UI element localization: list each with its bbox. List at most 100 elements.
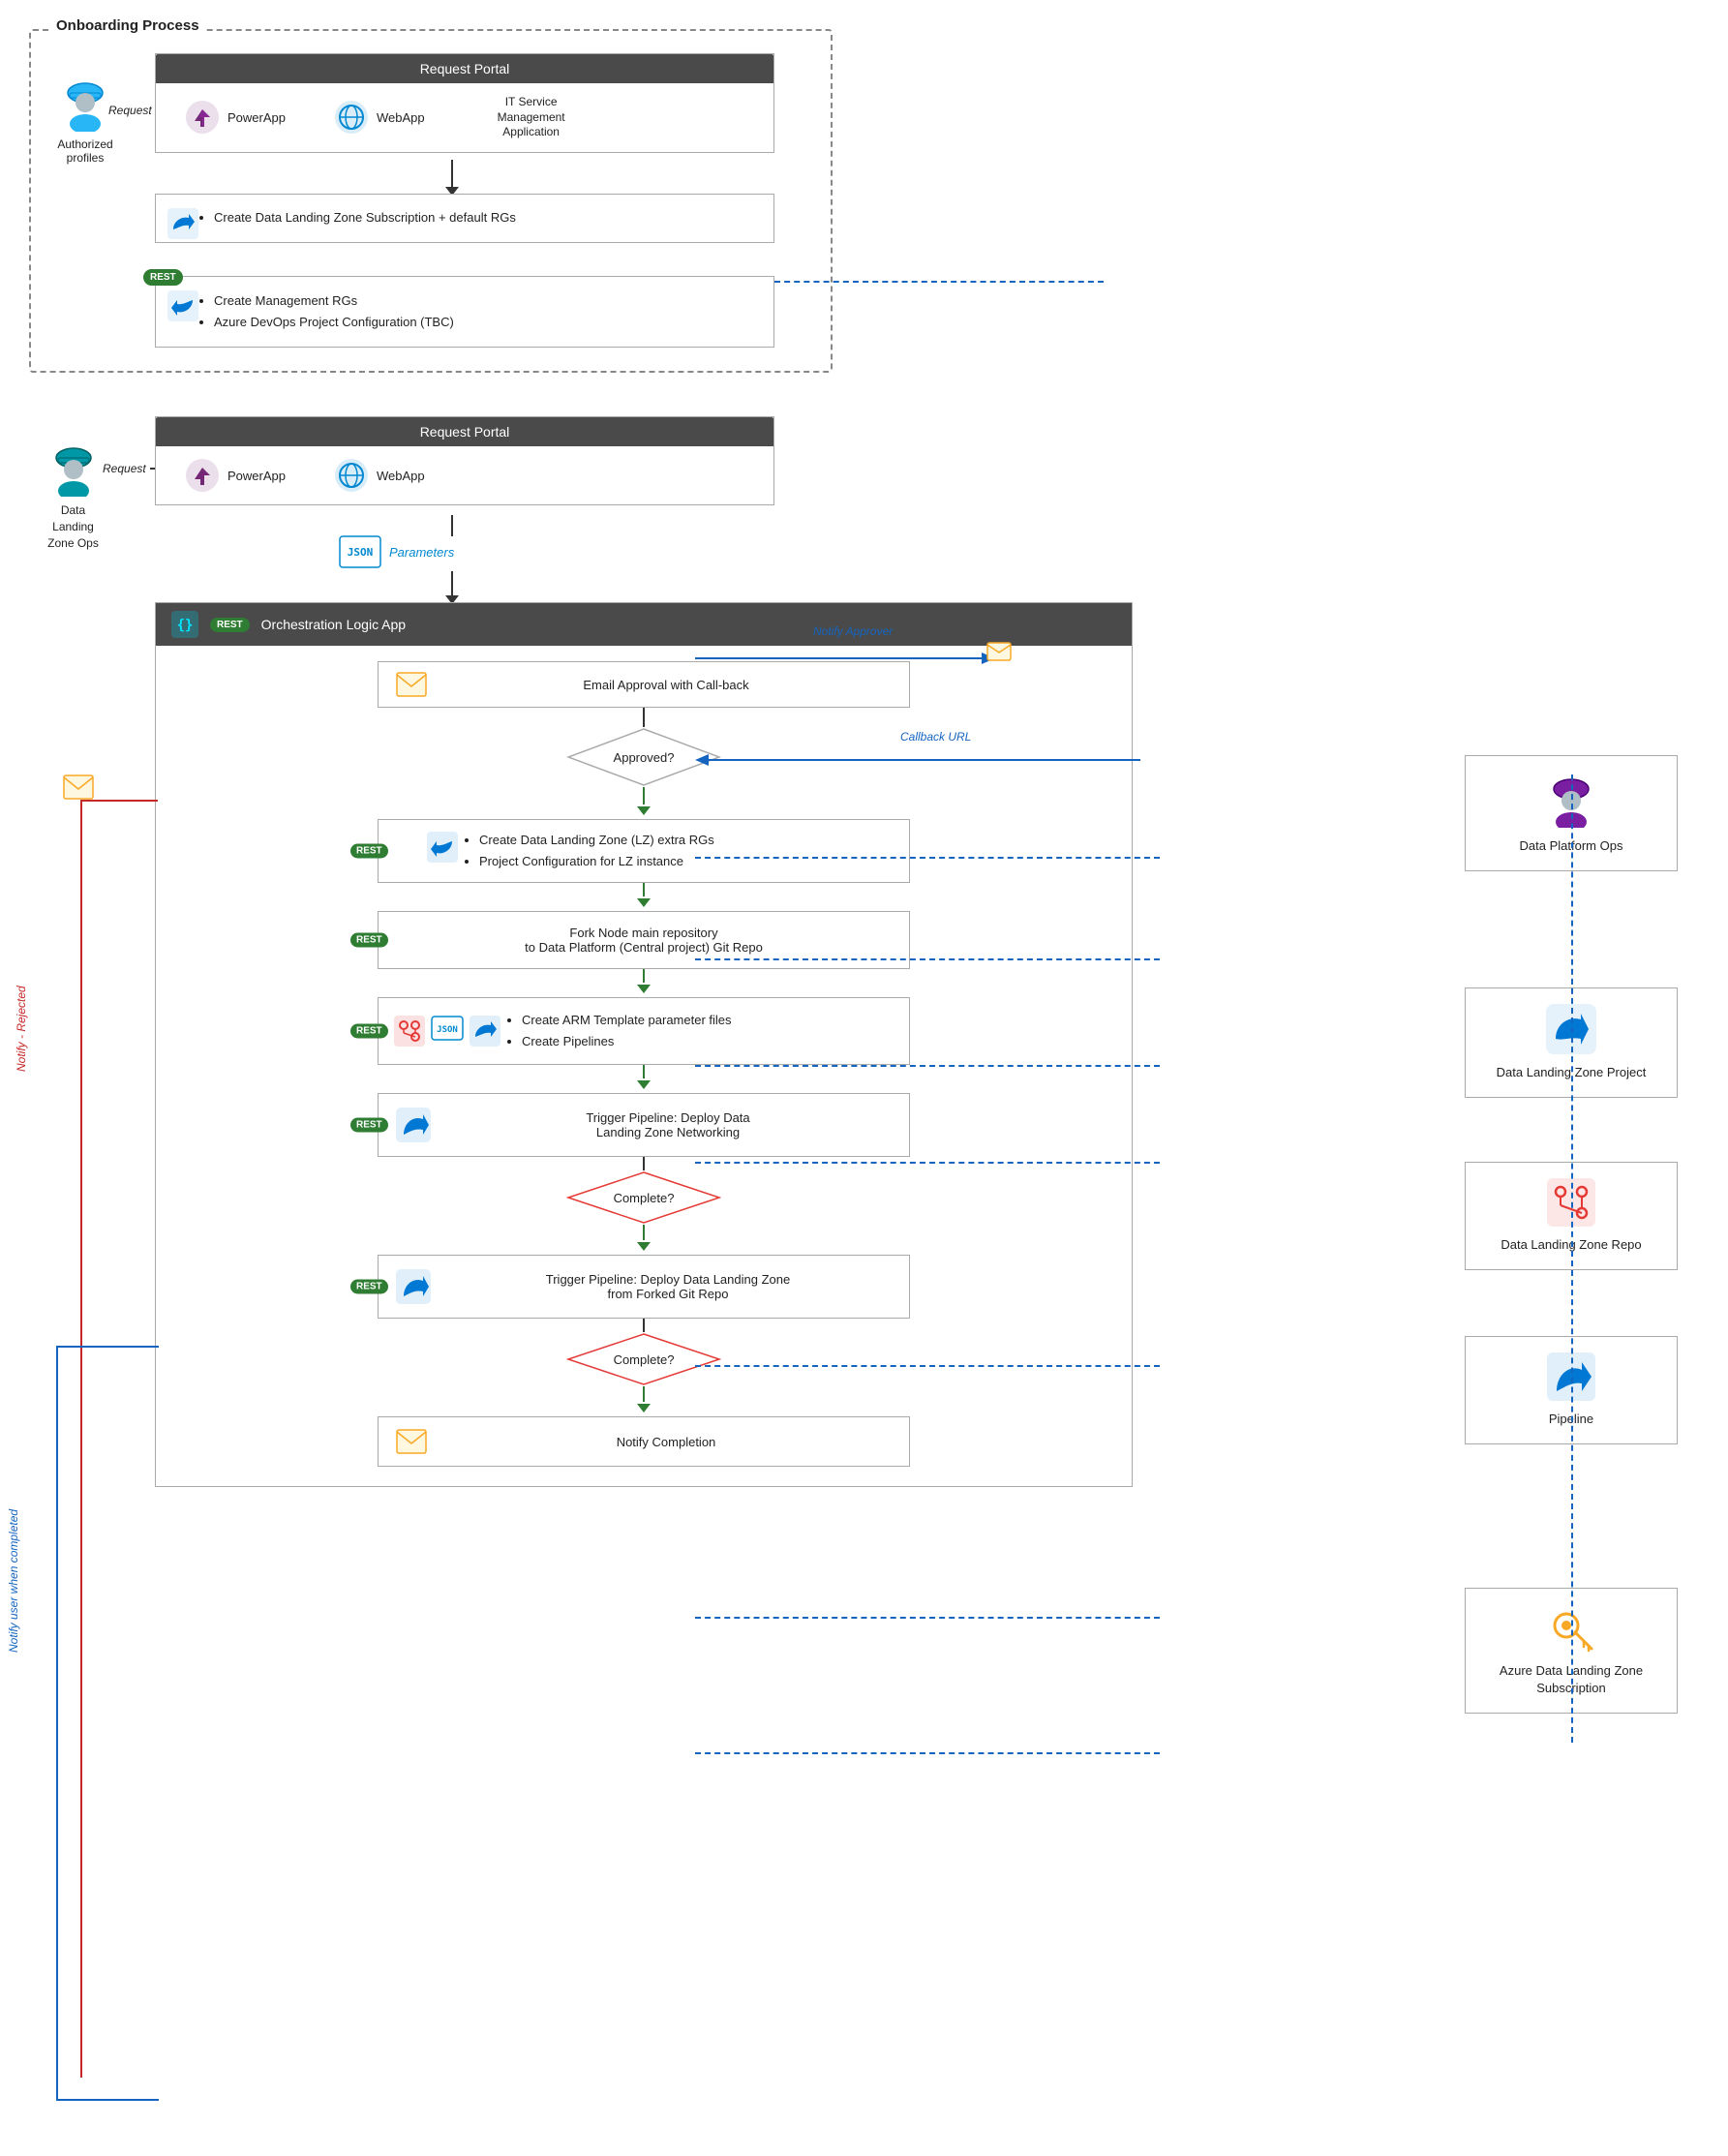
- task1-item-1: Create Data Landing Zone Subscription + …: [214, 208, 754, 228]
- arrowhead-complete2: [637, 1402, 651, 1416]
- dlz-ops-figure: DataLandingZone Ops: [37, 440, 109, 551]
- step3-list: Create ARM Template parameter files Crea…: [514, 1010, 732, 1052]
- top-portal-bar: Request Portal: [156, 54, 773, 83]
- json-badge-step3: JSON: [431, 1016, 464, 1041]
- step1-list: Create Data Landing Zone (LZ) extra RGs …: [471, 830, 714, 872]
- webapp-label: WebApp: [377, 110, 425, 125]
- pipeline-icon-step5: [396, 1269, 431, 1304]
- down-arrowhead-approved: [637, 805, 651, 819]
- mid-powerapp-item: PowerApp: [185, 458, 286, 493]
- dashed-step1-dlzproject: [695, 857, 1160, 859]
- orch-rest-badge: REST: [210, 618, 250, 632]
- vline-after-step5: [643, 1319, 645, 1332]
- dashed-step4-pipeline: [695, 1365, 1160, 1367]
- orch-header: {} REST Orchestration Logic App: [156, 603, 1132, 646]
- authorized-person-icon: [60, 76, 110, 132]
- callback-url-label: Callback URL: [900, 730, 971, 744]
- step4-box: Trigger Pipeline: Deploy Data Landing Zo…: [378, 1093, 910, 1157]
- svg-text:Complete?: Complete?: [614, 1352, 675, 1367]
- email-approval-label: Email Approval with Call-back: [440, 678, 892, 692]
- vline-complete1: [643, 1225, 645, 1240]
- down-arrow-2: [451, 515, 453, 536]
- step3-wrap: REST: [378, 997, 910, 1065]
- top-request-label: Request: [108, 104, 152, 117]
- json-params: JSON Parameters: [339, 535, 454, 568]
- webapp-icon: [334, 100, 369, 135]
- arrowhead-after-step1: [637, 896, 651, 911]
- step3-li-1: Create ARM Template parameter files: [522, 1010, 732, 1031]
- notify-rejected-hline-top: [80, 800, 158, 802]
- complete1-diamond: Complete?: [566, 1170, 721, 1225]
- mid-webapp-item: WebApp: [334, 458, 425, 493]
- vline-after-step1: [643, 883, 645, 896]
- powerapp-item: PowerApp: [185, 100, 286, 135]
- svg-text:JSON: JSON: [348, 546, 374, 559]
- rest-badge-step5: REST: [350, 1280, 388, 1294]
- automation-box-1: Create Data Landing Zone Subscription + …: [155, 194, 774, 243]
- svg-text:Approved?: Approved?: [614, 750, 675, 765]
- mid-powerapp-label: PowerApp: [227, 469, 286, 483]
- step1-box: Create Data Landing Zone (LZ) extra RGs …: [378, 819, 910, 883]
- json-icon: JSON: [339, 535, 381, 568]
- rest-badge-step4: REST: [350, 1118, 388, 1133]
- auth-profiles: Authorizedprofiles: [50, 76, 120, 165]
- down-arrow-3: [451, 571, 453, 595]
- dashed-top-h: [774, 281, 1104, 283]
- rest-badge-step1: REST: [350, 844, 388, 859]
- notify-completion-label: Notify Completion: [440, 1435, 892, 1449]
- right-vline-dashed: [1571, 774, 1573, 1743]
- step3-box: JSON Create ARM Template parameter files…: [378, 997, 910, 1065]
- powerapp-icon: [185, 100, 220, 135]
- mid-webapp-icon: [334, 458, 369, 493]
- diagram-container: Onboarding Process Authorizedprofiles Re…: [0, 0, 1728, 2156]
- task2-item-2: Azure DevOps Project Configuration (TBC): [214, 312, 754, 333]
- vline-after-email: [643, 708, 645, 727]
- mid-request-label: Request: [103, 462, 146, 475]
- complete2-diamond-wrap: Complete?: [566, 1332, 721, 1386]
- complete1-diamond-wrap: Complete?: [566, 1170, 721, 1225]
- svg-text:{}: {}: [177, 618, 194, 633]
- pipeline-icon-step4: [396, 1108, 431, 1142]
- top-request-portal-box: Request Portal PowerApp WebApp: [155, 53, 774, 153]
- task2-item-1: Create Management RGs: [214, 290, 754, 312]
- dashed-step3-pipeline1: [695, 1162, 1160, 1164]
- vline-after-step2: [643, 969, 645, 983]
- arrowhead-complete1: [637, 1240, 651, 1255]
- step1-wrap: REST Create Data Landing Zone (LZ) extra…: [378, 819, 910, 883]
- step5-label: Trigger Pipeline: Deploy Data Landing Zo…: [444, 1272, 892, 1301]
- git-icon-step3: [394, 1016, 425, 1047]
- email-icon-completion: [396, 1429, 427, 1454]
- notify-user-vline: [56, 1346, 58, 2101]
- dlz-ops-label: DataLandingZone Ops: [37, 502, 109, 551]
- onboarding-label: Onboarding Process: [50, 17, 205, 34]
- step4-wrap: REST Trigger Pipeline: Deploy Data Landi…: [378, 1093, 910, 1157]
- mid-portal-bar: Request Portal: [156, 417, 773, 446]
- task1-list: Create Data Landing Zone Subscription + …: [204, 208, 754, 228]
- approved-diamond-wrap: Approved?: [566, 727, 721, 787]
- step5-box: Trigger Pipeline: Deploy Data Landing Zo…: [378, 1255, 910, 1319]
- mid-portal-box: Request Portal PowerApp WebApp: [155, 416, 774, 505]
- notify-rejected-vline: [80, 800, 82, 2078]
- devops-icon-step1: [427, 832, 458, 863]
- step5-wrap: REST Trigger Pipeline: Deploy Data Landi…: [378, 1255, 910, 1319]
- vline-after-step3: [643, 1065, 645, 1078]
- step3-li-2: Create Pipelines: [522, 1031, 732, 1052]
- dashed-step5-azuredlzsub: [695, 1752, 1160, 1754]
- approved-diamond: Approved?: [566, 727, 721, 787]
- json-params-label: Parameters: [389, 545, 454, 560]
- email-approval-box: Email Approval with Call-back: [378, 661, 910, 708]
- dashed-complete1-azuredlzsub: [695, 1617, 1160, 1619]
- rest-badge-1: REST: [143, 269, 183, 286]
- step1-li-2: Project Configuration for LZ instance: [479, 851, 714, 872]
- notify-rejected-label: Notify - Rejected: [15, 986, 28, 1072]
- automation-box-2: Create Management RGs Azure DevOps Proje…: [155, 276, 774, 348]
- mid-portal-apps: PowerApp WebApp: [156, 446, 773, 504]
- step4-label: Trigger Pipeline: Deploy Data Landing Zo…: [444, 1110, 892, 1139]
- devops-icon-2: [167, 290, 198, 324]
- orch-label: Orchestration Logic App: [261, 617, 406, 632]
- top-portal-apps: PowerApp WebApp IT Service Management Ap…: [156, 83, 773, 152]
- webapp-item: WebApp: [334, 100, 425, 135]
- rest-badge-step3: REST: [350, 1024, 388, 1039]
- pipeline-icon-step3: [470, 1016, 500, 1047]
- svg-text:JSON: JSON: [437, 1025, 458, 1035]
